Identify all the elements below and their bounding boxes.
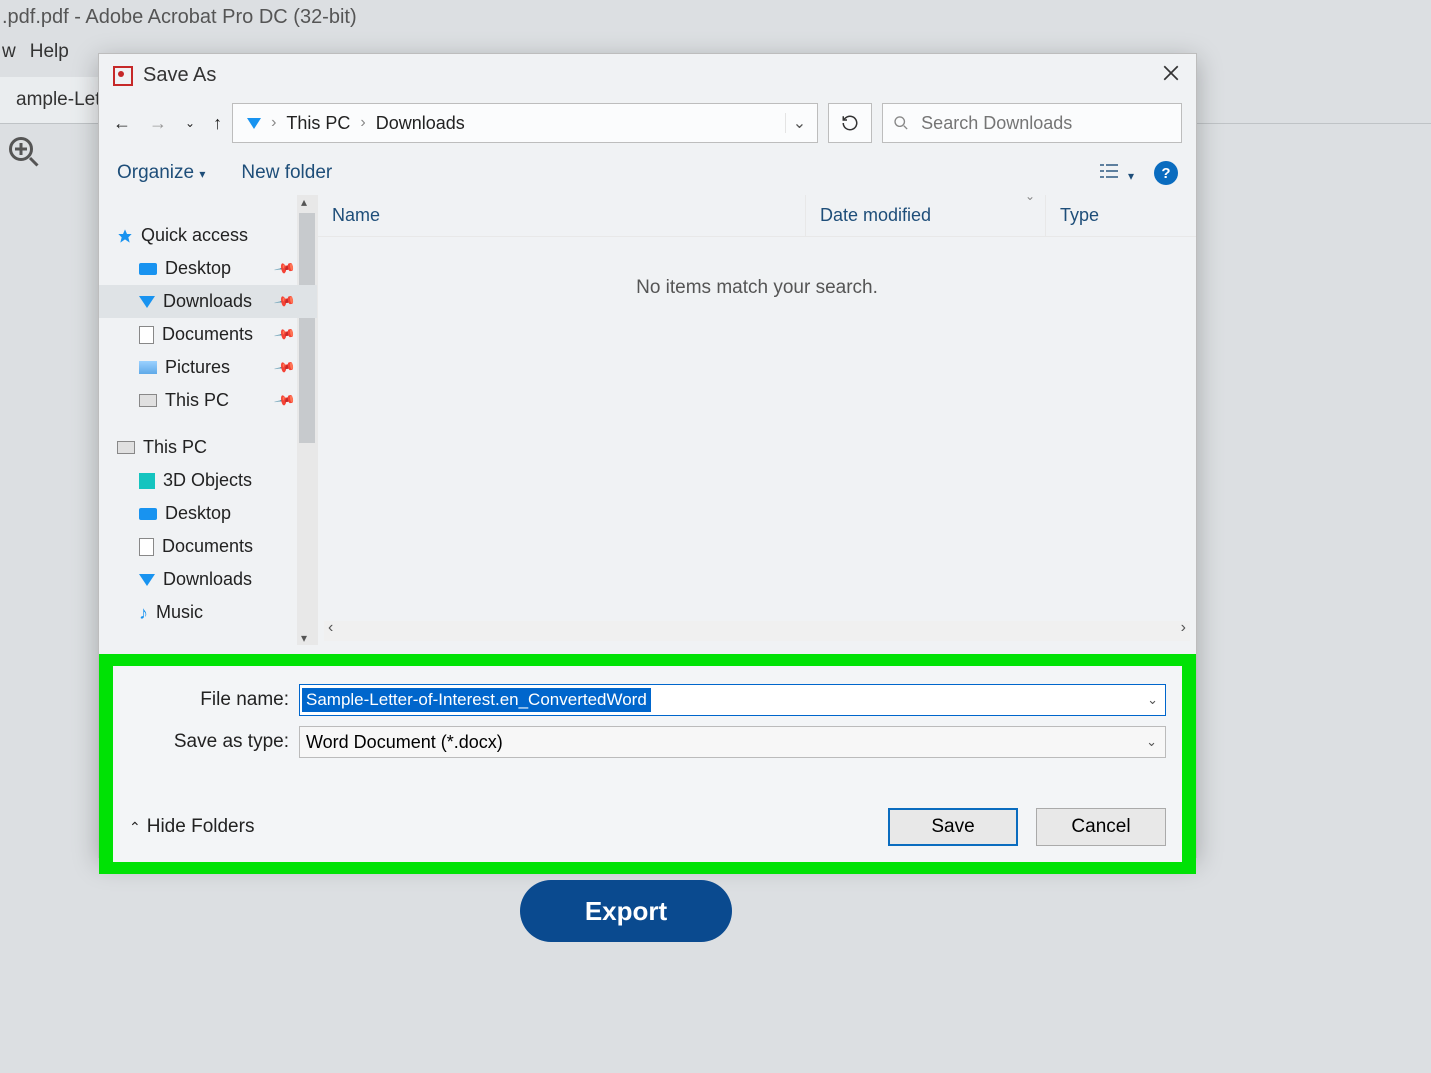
column-date-modified[interactable]: ⌄Date modified xyxy=(806,195,1046,236)
hide-folders-toggle[interactable]: ⌃ Hide Folders xyxy=(129,816,254,838)
nav-up-icon[interactable]: ↑ xyxy=(213,113,222,134)
tree-pictures[interactable]: Pictures📌 xyxy=(99,351,317,384)
pc-icon xyxy=(117,441,135,454)
search-icon xyxy=(893,114,909,132)
find-icon[interactable] xyxy=(6,157,42,174)
tree-3d-objects[interactable]: 3D Objects xyxy=(99,464,317,497)
pin-icon: 📌 xyxy=(272,290,296,314)
address-bar[interactable]: › This PC › Downloads ⌄ xyxy=(232,103,818,143)
folder-tree: Quick access Desktop📌 Downloads📌 Documen… xyxy=(99,195,317,645)
refresh-button[interactable] xyxy=(828,103,872,143)
save-button[interactable]: Save xyxy=(888,808,1018,846)
breadcrumb-current-folder[interactable]: Downloads xyxy=(366,113,475,134)
downloads-icon xyxy=(139,574,155,586)
pictures-icon xyxy=(139,361,157,374)
tree-desktop[interactable]: Desktop📌 xyxy=(99,252,317,285)
pdf-app-icon xyxy=(113,66,133,86)
desktop-icon xyxy=(139,263,157,275)
nav-forward-icon: → xyxy=(149,113,167,134)
search-box[interactable] xyxy=(882,103,1182,143)
tree-music[interactable]: ♪Music xyxy=(99,596,317,629)
star-icon xyxy=(117,228,133,244)
view-options-icon[interactable]: ▾ xyxy=(1098,162,1134,185)
new-folder-button[interactable]: New folder xyxy=(241,162,332,184)
column-type[interactable]: Type xyxy=(1046,195,1196,236)
tree-quick-access[interactable]: Quick access xyxy=(99,219,317,252)
pin-icon: 📌 xyxy=(272,389,296,413)
organize-menu[interactable]: Organize ▾ xyxy=(117,162,205,184)
save-as-dialog: Save As ← → ⌄ ↑ › This PC › Downloads ⌄ xyxy=(98,53,1197,858)
tree-documents[interactable]: Documents📌 xyxy=(99,318,317,351)
chevron-up-icon: ⌃ xyxy=(129,819,141,836)
chevron-down-icon: ▾ xyxy=(199,167,205,181)
music-icon: ♪ xyxy=(139,606,148,620)
nav-back-icon[interactable]: ← xyxy=(113,113,131,134)
pin-icon: 📌 xyxy=(272,356,296,380)
search-input[interactable] xyxy=(921,113,1171,134)
export-button[interactable]: Export xyxy=(520,880,732,942)
file-name-value: Sample-Letter-of-Interest.en_ConvertedWo… xyxy=(302,688,651,712)
chevron-down-icon[interactable]: ⌄ xyxy=(1147,692,1158,708)
highlight-annotation: File name: Sample-Letter-of-Interest.en_… xyxy=(99,654,1196,874)
breadcrumb-this-pc[interactable]: This PC xyxy=(276,113,360,134)
documents-icon xyxy=(139,326,154,344)
sort-descending-icon: ⌄ xyxy=(1025,189,1035,203)
3d-objects-icon xyxy=(139,473,155,489)
pc-icon xyxy=(139,394,157,407)
downloads-folder-icon xyxy=(247,118,261,129)
tree-downloads[interactable]: Downloads📌 xyxy=(99,285,317,318)
menu-window-fragment[interactable]: w xyxy=(2,41,16,63)
documents-icon xyxy=(139,538,154,556)
close-icon[interactable] xyxy=(1162,64,1180,87)
save-as-type-value: Word Document (*.docx) xyxy=(306,732,503,753)
dialog-title: Save As xyxy=(143,64,216,87)
file-list-header: Name ⌄Date modified Type xyxy=(318,195,1196,237)
tree-thispc-qa[interactable]: This PC📌 xyxy=(99,384,317,417)
desktop-icon xyxy=(139,508,157,520)
pin-icon: 📌 xyxy=(272,323,296,347)
file-name-input[interactable]: Sample-Letter-of-Interest.en_ConvertedWo… xyxy=(299,684,1166,716)
save-as-type-label: Save as type: xyxy=(129,731,299,753)
address-history-dropdown-icon[interactable]: ⌄ xyxy=(785,113,813,133)
nav-history-dropdown-icon[interactable]: ⌄ xyxy=(185,116,195,130)
tree-documents-pc[interactable]: Documents xyxy=(99,530,317,563)
cancel-button[interactable]: Cancel xyxy=(1036,808,1166,846)
downloads-icon xyxy=(139,296,155,308)
save-as-type-select[interactable]: Word Document (*.docx) ⌄ xyxy=(299,726,1166,758)
pin-icon: 📌 xyxy=(272,257,296,281)
tree-this-pc[interactable]: This PC xyxy=(99,431,317,464)
file-list-empty: No items match your search. xyxy=(318,237,1196,621)
list-horizontal-scrollbar[interactable] xyxy=(324,621,1190,641)
chevron-down-icon: ⌄ xyxy=(1146,734,1157,750)
menu-help[interactable]: Help xyxy=(30,41,69,63)
chevron-down-icon: ▾ xyxy=(1128,169,1134,183)
app-window-title: .pdf.pdf - Adobe Acrobat Pro DC (32-bit) xyxy=(0,0,1431,35)
tree-desktop-pc[interactable]: Desktop xyxy=(99,497,317,530)
file-name-label: File name: xyxy=(129,689,299,711)
tree-downloads-pc[interactable]: Downloads xyxy=(99,563,317,596)
column-name[interactable]: Name xyxy=(318,195,806,236)
help-icon[interactable]: ? xyxy=(1154,161,1178,185)
